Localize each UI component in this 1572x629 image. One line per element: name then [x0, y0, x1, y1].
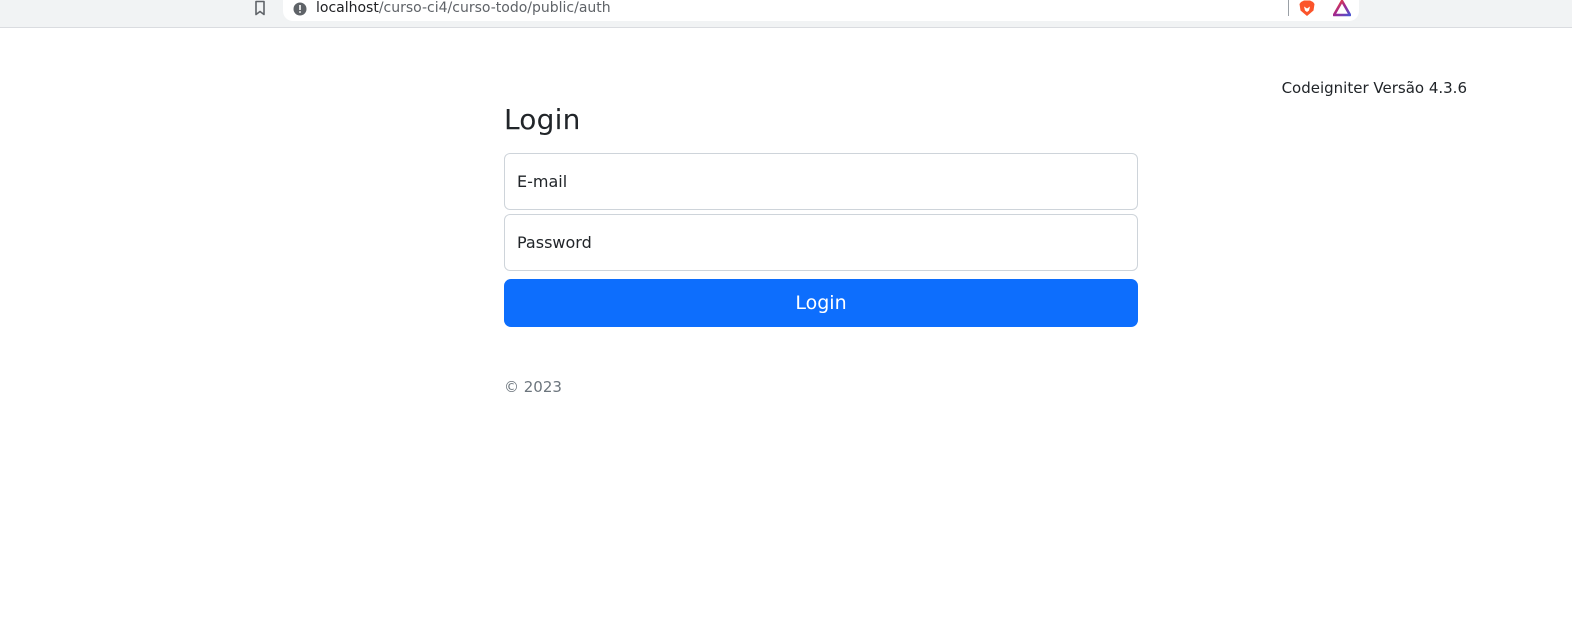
framework-version: Codeigniter Versão 4.3.6	[1281, 79, 1467, 97]
login-button[interactable]: Login	[504, 279, 1138, 327]
bookmark-icon[interactable]	[252, 0, 268, 16]
copyright-text: © 2023	[504, 378, 562, 396]
brave-rewards-icon[interactable]	[1332, 0, 1352, 17]
address-bar-divider	[1288, 0, 1289, 16]
url-text[interactable]: localhost/curso-ci4/curso-todo/public/au…	[316, 0, 611, 17]
email-input[interactable]	[505, 154, 1137, 209]
password-input[interactable]	[505, 215, 1137, 270]
info-icon[interactable]	[293, 1, 307, 16]
email-field[interactable]: E-mail	[504, 153, 1138, 210]
browser-toolbar: localhost/curso-ci4/curso-todo/public/au…	[0, 0, 1572, 28]
password-field[interactable]: Password	[504, 214, 1138, 271]
url-host: localhost	[316, 0, 379, 16]
brave-shields-icon[interactable]	[1298, 0, 1316, 17]
address-bar[interactable]: localhost/curso-ci4/curso-todo/public/au…	[283, 0, 1359, 21]
url-path: /curso-ci4/curso-todo/public/auth	[378, 0, 611, 16]
page-title: Login	[504, 103, 581, 136]
login-container: Login E-mail Password Login © 2023	[504, 100, 1138, 397]
